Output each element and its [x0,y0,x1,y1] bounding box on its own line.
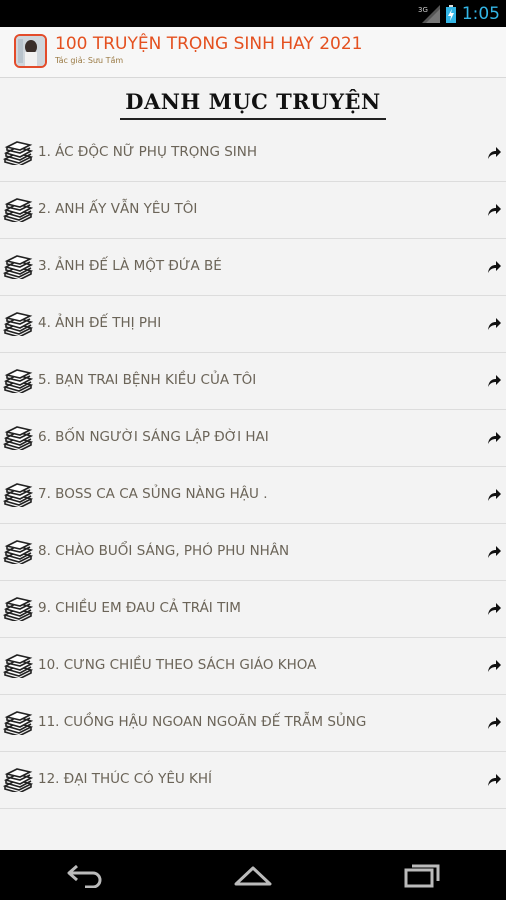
home-icon [234,866,272,886]
battery-icon [445,4,456,23]
share-arrow-icon[interactable] [487,202,502,216]
share-arrow-icon[interactable] [487,430,502,444]
story-row[interactable]: 3. ẢNH ĐẾ LÀ MỘT ĐỨA BÉ [0,239,506,296]
app-title: 100 TRUYỆN TRỌNG SINH HAY 2021 [55,34,363,54]
book-stack-icon [2,483,34,509]
network-label: 3G [418,6,428,14]
story-title: 4. ẢNH ĐẾ THỊ PHI [38,315,162,331]
story-row[interactable]: 12. ĐẠI THÚC CÓ YÊU KHÍ [0,752,506,809]
story-title: 1. ÁC ĐỘC NỮ PHỤ TRỌNG SINH [38,144,258,160]
story-title: 6. BỐN NGƯỜI SÁNG LẬP ĐỜI HAI [38,429,269,445]
book-stack-icon [2,255,34,281]
story-row[interactable]: 4. ẢNH ĐẾ THỊ PHI [0,296,506,353]
book-stack-icon [2,654,34,680]
home-button[interactable] [231,862,275,888]
heading-underline [120,118,386,120]
story-list: 1. ÁC ĐỘC NỮ PHỤ TRỌNG SINH 2. ANH ẤY VẪN… [0,125,506,809]
story-title: 11. CUỒNG HẬU NGOAN NGOÃN ĐẾ TRẪM SỦNG [38,714,367,730]
story-row[interactable]: 6. BỐN NGƯỜI SÁNG LẬP ĐỜI HAI [0,410,506,467]
book-stack-icon [2,768,34,794]
share-arrow-icon[interactable] [487,772,502,786]
book-stack-icon [2,198,34,224]
book-stack-icon [2,369,34,395]
book-stack-icon [2,312,34,338]
share-arrow-icon[interactable] [487,487,502,501]
story-row[interactable]: 10. CƯNG CHIỀU THEO SÁCH GIÁO KHOA [0,638,506,695]
clock: 1:05 [461,3,500,24]
recents-button[interactable] [400,862,444,888]
story-row[interactable]: 1. ÁC ĐỘC NỮ PHỤ TRỌNG SINH [0,125,506,182]
navigation-bar [0,850,506,900]
story-title: 2. ANH ẤY VẪN YÊU TÔI [38,201,198,217]
signal-icon: 3G [418,4,440,23]
story-row[interactable]: 2. ANH ẤY VẪN YÊU TÔI [0,182,506,239]
share-arrow-icon[interactable] [487,658,502,672]
book-stack-icon [2,141,34,167]
page-heading: DANH MỤC TRUYỆN [125,89,381,114]
status-bar: 3G 1:05 [0,0,506,27]
back-button[interactable] [63,862,107,889]
story-title: 9. CHIỀU EM ĐAU CẢ TRÁI TIM [38,600,241,616]
story-row[interactable]: 9. CHIỀU EM ĐAU CẢ TRÁI TIM [0,581,506,638]
share-arrow-icon[interactable] [487,259,502,273]
back-icon [67,864,102,889]
app-logo-icon[interactable] [14,34,47,68]
story-row[interactable]: 7. BOSS CA CA SỦNG NÀNG HẬU . [0,467,506,524]
share-arrow-icon[interactable] [487,715,502,729]
recents-icon [404,864,440,888]
share-arrow-icon[interactable] [487,373,502,387]
book-stack-icon [2,540,34,566]
book-stack-icon [2,426,34,452]
story-row[interactable]: 8. CHÀO BUỔI SÁNG, PHÓ PHU NHÂN [0,524,506,581]
share-arrow-icon[interactable] [487,544,502,558]
story-row[interactable]: 5. BẠN TRAI BỆNH KIỀU CỦA TÔI [0,353,506,410]
book-stack-icon [2,597,34,623]
share-arrow-icon[interactable] [487,145,502,159]
story-title: 10. CƯNG CHIỀU THEO SÁCH GIÁO KHOA [38,657,317,673]
story-title: 3. ẢNH ĐẾ LÀ MỘT ĐỨA BÉ [38,258,222,274]
story-title: 12. ĐẠI THÚC CÓ YÊU KHÍ [38,771,213,787]
story-title: 8. CHÀO BUỔI SÁNG, PHÓ PHU NHÂN [38,543,290,559]
action-bar: 100 TRUYỆN TRỌNG SINH HAY 2021 Tác giả: … [0,27,506,78]
story-title: 5. BẠN TRAI BỆNH KIỀU CỦA TÔI [38,372,257,388]
story-title: 7. BOSS CA CA SỦNG NÀNG HẬU . [38,486,268,502]
story-row[interactable]: 11. CUỒNG HẬU NGOAN NGOÃN ĐẾ TRẪM SỦNG [0,695,506,752]
share-arrow-icon[interactable] [487,316,502,330]
app-author: Tác giả: Sưu Tầm [55,56,124,65]
share-arrow-icon[interactable] [487,601,502,615]
book-stack-icon [2,711,34,737]
